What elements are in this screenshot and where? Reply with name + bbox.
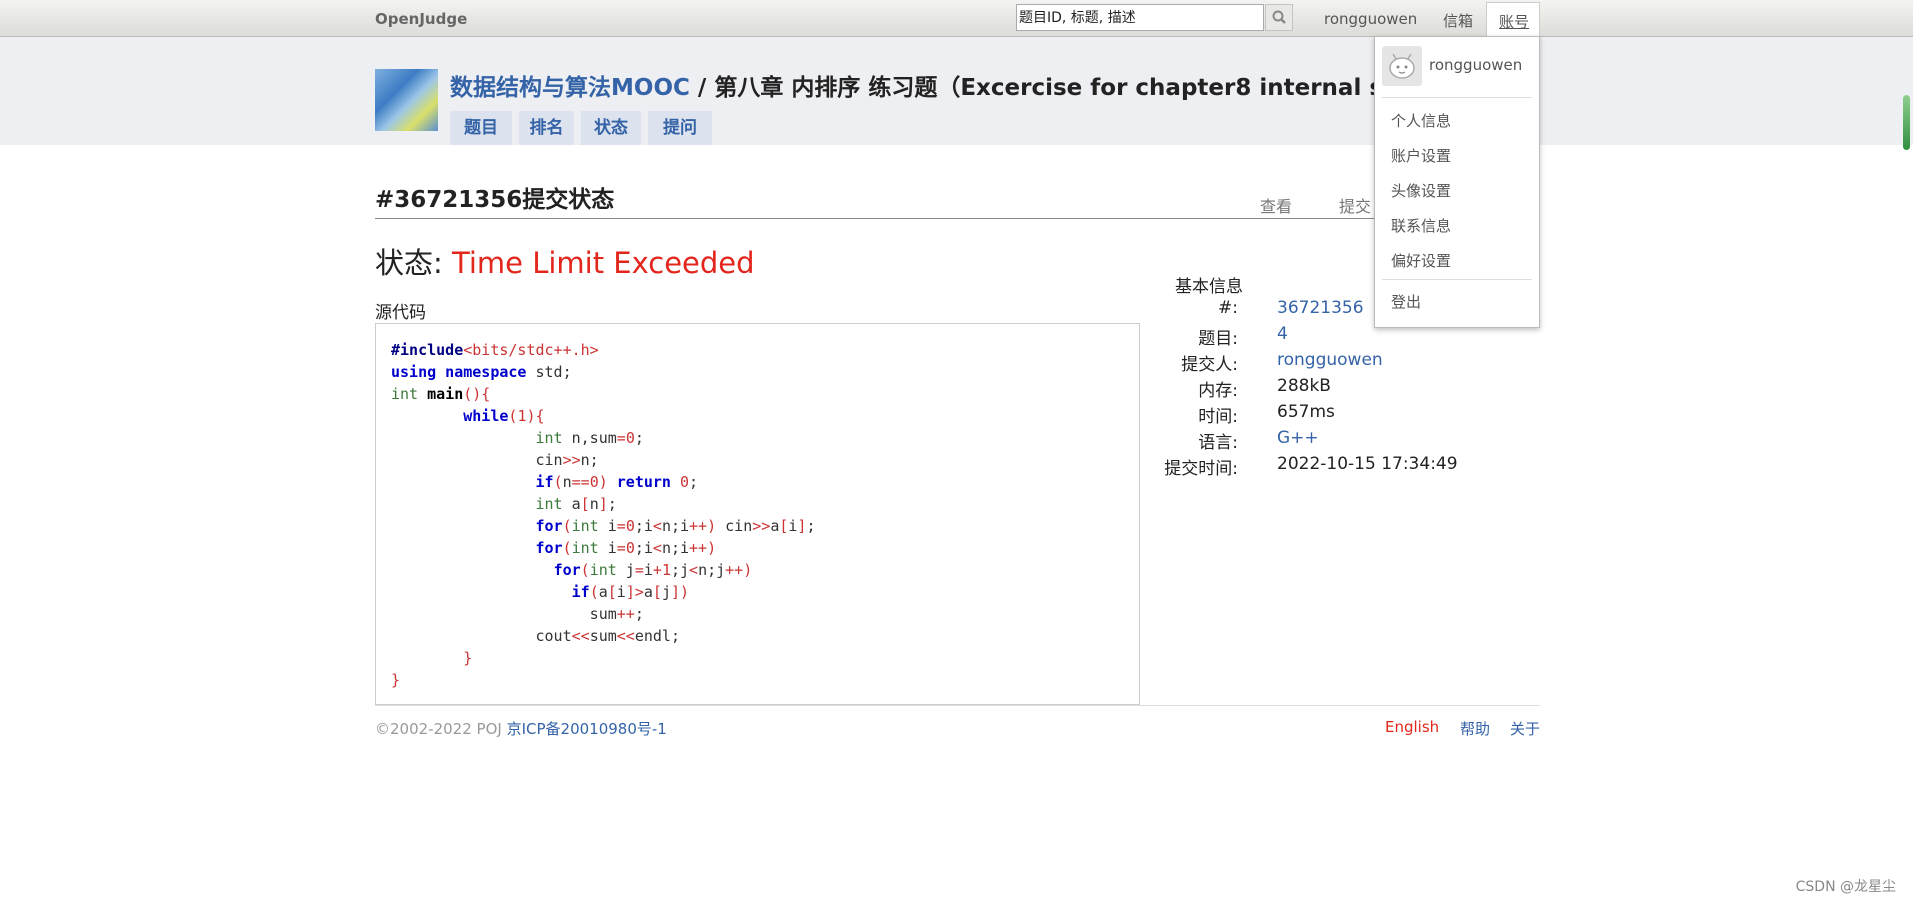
- title-divider: [375, 218, 1540, 219]
- status-label: 状态:: [375, 246, 452, 280]
- avatar[interactable]: [1382, 46, 1422, 86]
- view-link[interactable]: 查看: [1260, 193, 1292, 217]
- account-label: 账号: [1499, 13, 1530, 31]
- menu-item-avatar-settings[interactable]: 头像设置: [1391, 180, 1451, 201]
- top-navbar: OpenJudge rongguowen 信箱 账号: [0, 0, 1913, 37]
- source-code: #include<bits/stdc++.h> using namespace …: [391, 341, 816, 689]
- menu-item-preferences[interactable]: 偏好设置: [1391, 250, 1451, 271]
- scrollbar-thumb[interactable]: [1903, 95, 1910, 150]
- course-title: 数据结构与算法MOOC / 第八章 内排序 练习题（Excercise for …: [450, 68, 1399, 102]
- title-separator: /: [697, 75, 707, 101]
- account-menu-toggle[interactable]: 账号: [1486, 2, 1540, 36]
- status-value: Time Limit Exceeded: [452, 246, 755, 280]
- tab-status[interactable]: 状态: [581, 111, 641, 145]
- account-dropdown: rongguowen 个人信息 账户设置 头像设置 联系信息 偏好设置 登出: [1374, 36, 1540, 328]
- info-value: 288kB: [1277, 376, 1331, 396]
- help-link[interactable]: 帮助: [1460, 718, 1490, 739]
- info-key: 提交人:: [1181, 355, 1238, 375]
- search-box: [1016, 4, 1296, 31]
- dropdown-divider: [1382, 97, 1532, 98]
- info-row: 提交时间: 2022-10-15 17:34:49: [1100, 454, 1600, 480]
- info-value-link[interactable]: G++: [1277, 428, 1319, 448]
- footer-divider: [375, 705, 1540, 706]
- info-key: 题目:: [1198, 329, 1238, 349]
- course-logo: [375, 69, 438, 131]
- search-input[interactable]: [1016, 4, 1264, 31]
- mailbox-link[interactable]: 信箱: [1443, 10, 1473, 31]
- info-key: 提交时间:: [1164, 459, 1238, 479]
- info-value: 2022-10-15 17:34:49: [1277, 454, 1458, 474]
- copyright-text: ©2002-2022 POJ: [375, 720, 507, 738]
- copyright: ©2002-2022 POJ 京ICP备20010980号-1: [375, 718, 667, 739]
- info-row: 语言: G++: [1100, 428, 1600, 454]
- info-row: 时间: 657ms: [1100, 402, 1600, 428]
- menu-item-profile[interactable]: 个人信息: [1391, 110, 1451, 131]
- menu-item-account-settings[interactable]: 账户设置: [1391, 145, 1451, 166]
- tab-questions[interactable]: 提问: [648, 111, 712, 145]
- submit-link[interactable]: 提交: [1339, 193, 1371, 217]
- course-link[interactable]: 数据结构与算法MOOC: [450, 75, 690, 101]
- language-link[interactable]: English: [1385, 718, 1439, 736]
- info-key: #:: [1218, 298, 1238, 318]
- menu-item-contact-info[interactable]: 联系信息: [1391, 215, 1451, 236]
- info-row: 提交人: rongguowen: [1100, 350, 1600, 376]
- info-value-link[interactable]: 36721356: [1277, 298, 1364, 318]
- site-brand[interactable]: OpenJudge: [375, 10, 467, 28]
- status-line: 状态: Time Limit Exceeded: [375, 240, 755, 282]
- tab-problems[interactable]: 题目: [450, 111, 512, 145]
- info-key: 语言:: [1198, 433, 1238, 453]
- info-value-link[interactable]: 4: [1277, 324, 1288, 344]
- tab-ranking[interactable]: 排名: [519, 111, 574, 145]
- avatar-icon: [1389, 53, 1415, 79]
- source-label: 源代码: [375, 303, 426, 323]
- info-value-link[interactable]: rongguowen: [1277, 350, 1383, 370]
- page-title: #36721356提交状态: [375, 187, 615, 213]
- info-row: 内存: 288kB: [1100, 376, 1600, 402]
- info-value: 657ms: [1277, 402, 1335, 422]
- user-link[interactable]: rongguowen: [1324, 10, 1417, 28]
- info-key: 时间:: [1198, 407, 1238, 427]
- menu-item-logout[interactable]: 登出: [1391, 291, 1421, 312]
- search-button[interactable]: [1265, 4, 1293, 31]
- dropdown-divider: [1382, 279, 1532, 280]
- dropdown-username[interactable]: rongguowen: [1429, 56, 1522, 74]
- info-heading: 基本信息: [1175, 277, 1243, 297]
- info-key: 内存:: [1198, 381, 1238, 401]
- chapter-link[interactable]: 第八章 内排序 练习题（Excercise for chapter8 inter…: [714, 75, 1399, 101]
- search-icon: [1272, 10, 1286, 24]
- watermark: CSDN @龙星尘: [1795, 879, 1896, 895]
- about-link[interactable]: 关于: [1510, 718, 1540, 739]
- icp-link[interactable]: 京ICP备20010980号-1: [507, 720, 667, 738]
- source-code-box: #include<bits/stdc++.h> using namespace …: [375, 323, 1140, 705]
